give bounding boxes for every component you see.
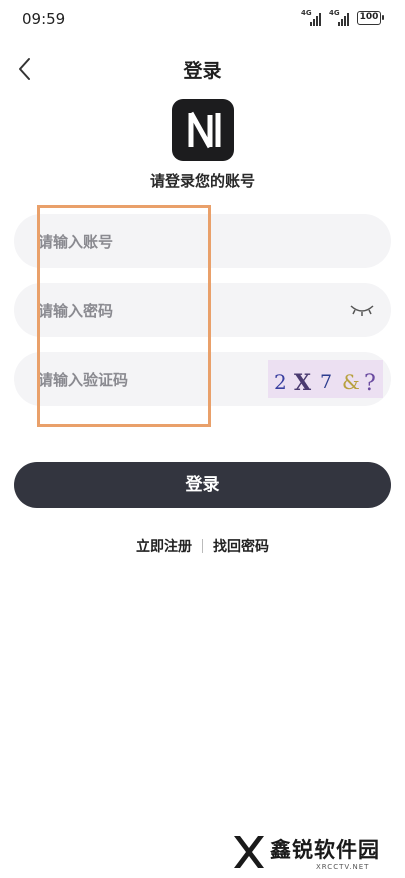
captcha-image[interactable]: 2 X 7 & ? — [268, 360, 383, 398]
captcha-graphic: 2 X 7 & ? — [274, 370, 376, 396]
register-link[interactable]: 立即注册 — [136, 539, 192, 555]
battery-icon: 100 — [357, 11, 384, 25]
divider — [202, 539, 203, 553]
svg-text:2: 2 — [274, 370, 287, 394]
find-password-link[interactable]: 找回密码 — [213, 539, 269, 555]
status-bar: 09:59 4G 4G 100 — [0, 0, 405, 36]
watermark-site: XRCCTV.NET — [316, 863, 370, 871]
login-subtitle: 请登录您的账号 — [149, 172, 255, 190]
watermark: 鑫锐软件园 XRCCTV.NET — [230, 830, 390, 874]
svg-text:?: ? — [364, 371, 376, 396]
app-logo-icon — [188, 111, 221, 149]
page-title: 登录 — [183, 60, 222, 82]
signal-icon: 4G — [329, 9, 359, 26]
signal-icon: 4G — [301, 9, 331, 26]
svg-text:&: & — [342, 370, 360, 394]
svg-text:7: 7 — [320, 371, 332, 393]
highlight-annotation — [37, 205, 211, 427]
eye-closed-icon[interactable] — [349, 301, 375, 319]
watermark-name: 鑫锐软件园 — [270, 838, 380, 862]
watermark-logo-icon — [234, 836, 264, 868]
svg-text:X: X — [294, 370, 312, 396]
login-button[interactable]: 登录 — [14, 462, 391, 508]
bottom-links: 立即注册 找回密码 — [0, 536, 405, 556]
app-logo — [172, 99, 234, 161]
status-time: 09:59 — [22, 10, 66, 28]
